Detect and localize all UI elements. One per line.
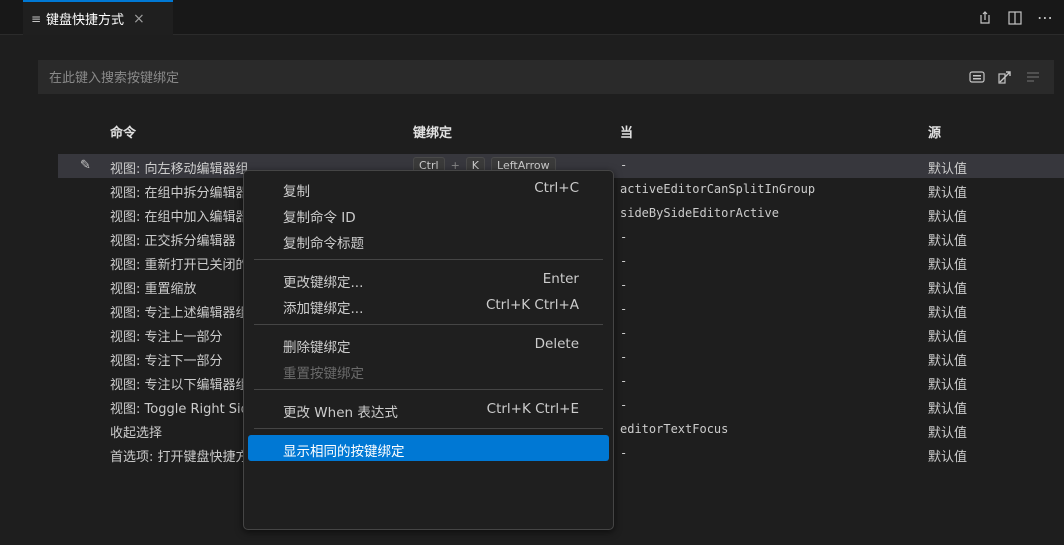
menu-item-label: 重置按键绑定 [283, 366, 364, 382]
menu-item-label: 删除键绑定 [283, 340, 351, 356]
search-input[interactable] [39, 61, 931, 95]
when-cell: activeEditorCanSplitInGroup [620, 182, 816, 196]
menu-item-label: 复制命令 ID [283, 210, 356, 226]
editor-actions: ⋯ [976, 0, 1054, 35]
command-cell: 视图: 专注以下编辑器组 [110, 378, 249, 393]
when-cell: - [620, 374, 628, 388]
menu-item-label: 复制 [283, 184, 310, 200]
table-header: 命令 键绑定 当 源 [58, 116, 1064, 144]
menu-item-shortcut: Ctrl+K Ctrl+E [486, 401, 579, 417]
menu-item-remove-keybinding[interactable]: 删除键绑定 Delete [248, 331, 609, 357]
command-cell: 视图: 重置缩放 [110, 282, 197, 297]
source-cell: 默认值 [928, 450, 968, 465]
source-cell: 默认值 [928, 258, 968, 273]
source-cell: 默认值 [928, 306, 968, 321]
keyboard-shortcuts-editor: ≡ 键盘快捷方式 × ⋯ 命令 [0, 0, 1064, 545]
when-cell: - [620, 446, 628, 460]
menu-item-shortcut: Delete [534, 336, 579, 352]
menu-item-shortcut: Ctrl+K Ctrl+A [485, 297, 579, 313]
when-cell: - [620, 350, 628, 364]
menu-separator [254, 259, 603, 260]
menu-item-show-same-keybindings[interactable]: 显示相同的按键绑定 [248, 435, 609, 461]
when-cell: editorTextFocus [620, 422, 729, 436]
tab-keyboard-shortcuts[interactable]: ≡ 键盘快捷方式 × [23, 0, 173, 35]
menu-separator [254, 428, 603, 429]
menu-item-shortcut: Ctrl+C [534, 180, 579, 196]
when-cell: - [620, 230, 628, 244]
menu-separator [254, 389, 603, 390]
column-when[interactable]: 当 [620, 122, 633, 141]
more-actions-icon[interactable]: ⋯ [1036, 8, 1054, 27]
source-cell: 默认值 [928, 210, 968, 225]
source-cell: 默认值 [928, 234, 968, 249]
menu-item-copy-command-id[interactable]: 复制命令 ID [248, 201, 609, 227]
when-cell: - [620, 158, 628, 172]
command-cell: 视图: 专注下一部分 [110, 354, 223, 369]
when-cell: - [620, 326, 628, 340]
tab-bar: ≡ 键盘快捷方式 × ⋯ [0, 0, 1064, 35]
menu-item-copy[interactable]: 复制 Ctrl+C [248, 175, 609, 201]
when-cell: - [620, 398, 628, 412]
command-cell: 视图: 正交拆分编辑器 [110, 234, 236, 249]
menu-separator [254, 324, 603, 325]
edit-icon[interactable]: ✎ [80, 158, 91, 173]
menu-item-copy-command-title[interactable]: 复制命令标题 [248, 227, 609, 253]
menu-item-add-keybinding[interactable]: 添加键绑定... Ctrl+K Ctrl+A [248, 292, 609, 318]
record-keys-icon[interactable] [969, 69, 985, 85]
search-box [38, 60, 1054, 95]
clear-search-icon[interactable] [1025, 69, 1041, 85]
source-cell: 默认值 [928, 186, 968, 201]
source-cell: 默认值 [928, 378, 968, 393]
menu-item-change-when[interactable]: 更改 When 表达式 Ctrl+K Ctrl+E [248, 396, 609, 422]
close-icon[interactable]: × [133, 11, 145, 27]
open-keybindings-json-icon[interactable] [976, 9, 994, 27]
split-editor-icon[interactable] [1006, 9, 1024, 27]
source-cell: 默认值 [928, 354, 968, 369]
when-cell: - [620, 254, 628, 268]
column-source[interactable]: 源 [928, 122, 941, 141]
command-cell: 视图: 向左移动编辑器组 [110, 162, 249, 177]
tab-label: 键盘快捷方式 [46, 13, 125, 28]
column-keybinding[interactable]: 键绑定 [413, 122, 452, 141]
source-cell: 默认值 [928, 426, 968, 441]
menu-item-reset-keybinding: 重置按键绑定 [248, 357, 609, 383]
column-command[interactable]: 命令 [110, 122, 136, 141]
source-cell: 默认值 [928, 330, 968, 345]
menu-item-label: 显示相同的按键绑定 [283, 444, 405, 460]
sort-by-precedence-icon[interactable] [997, 69, 1013, 85]
context-menu: 复制 Ctrl+C 复制命令 ID 复制命令标题 更改键绑定... Enter … [243, 170, 614, 530]
command-cell: 视图: 在组中加入编辑器 [110, 210, 249, 225]
when-cell: sideBySideEditorActive [620, 206, 779, 220]
when-cell: - [620, 302, 628, 316]
keyboard-shortcuts-icon: ≡ [31, 11, 42, 26]
menu-item-label: 更改键绑定... [283, 275, 364, 291]
search-actions [969, 69, 1041, 85]
menu-item-label: 更改 When 表达式 [283, 405, 398, 421]
command-cell: 视图: 在组中拆分编辑器 [110, 186, 249, 201]
command-cell: 视图: 专注上一部分 [110, 330, 223, 345]
menu-item-label: 添加键绑定... [283, 301, 364, 317]
source-cell: 默认值 [928, 162, 968, 177]
menu-item-shortcut: Enter [542, 271, 579, 287]
source-cell: 默认值 [928, 402, 968, 417]
source-cell: 默认值 [928, 282, 968, 297]
menu-item-label: 复制命令标题 [283, 236, 364, 252]
when-cell: - [620, 278, 628, 292]
command-cell: 首选项: 打开键盘快捷方式 [110, 450, 262, 465]
menu-item-change-keybinding[interactable]: 更改键绑定... Enter [248, 266, 609, 292]
command-cell: 视图: 专注上述编辑器组 [110, 306, 249, 321]
command-cell: 收起选择 [110, 426, 163, 441]
